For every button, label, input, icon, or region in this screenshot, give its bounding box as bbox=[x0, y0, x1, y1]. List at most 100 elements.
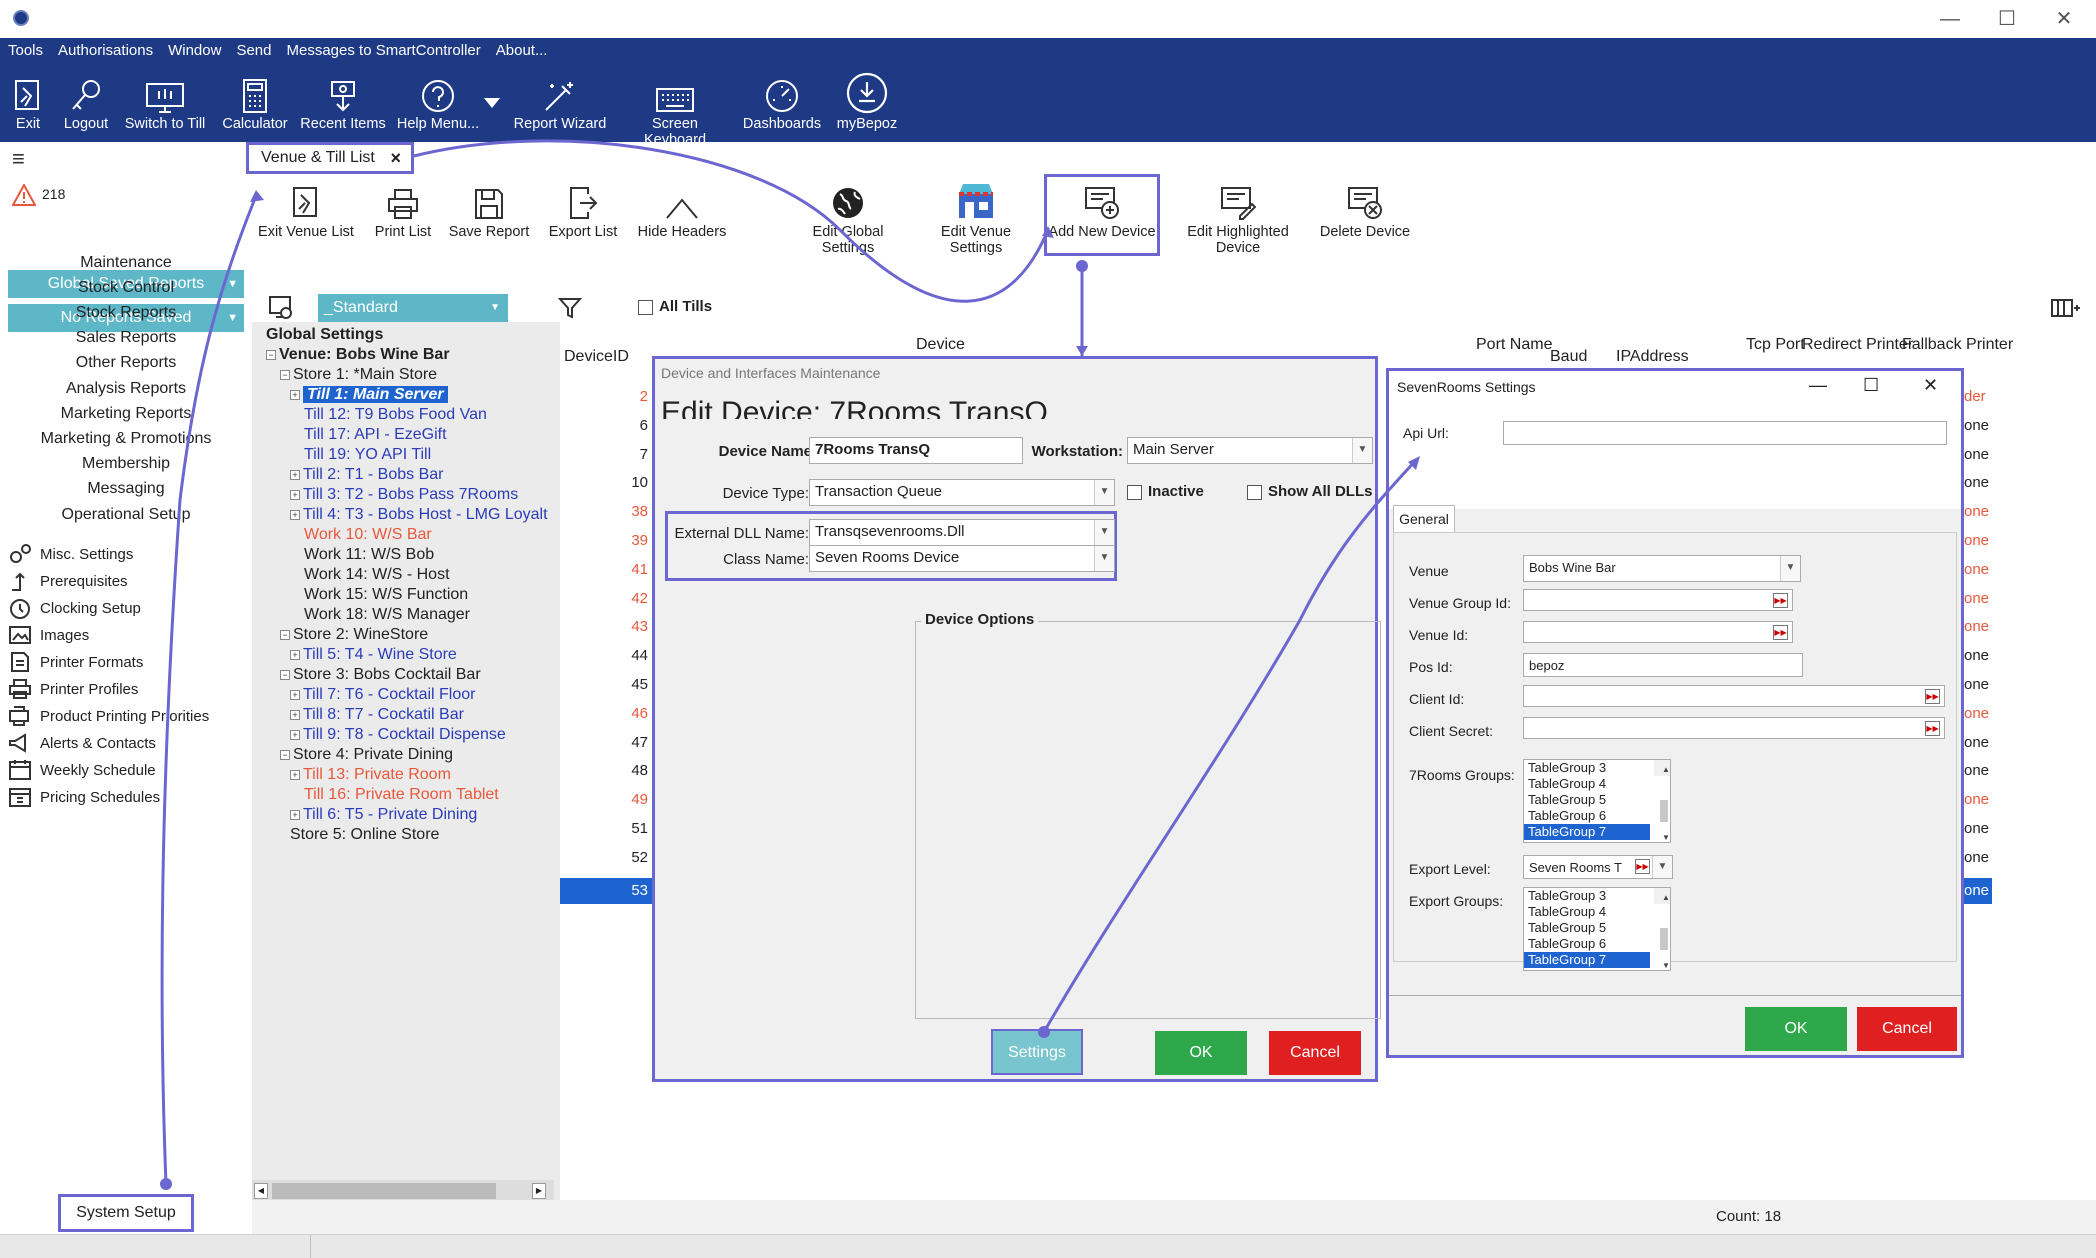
layout-icon[interactable] bbox=[268, 294, 294, 320]
list-option[interactable]: TableGroup 6 bbox=[1524, 808, 1650, 824]
expand-icon[interactable]: + bbox=[290, 769, 300, 780]
scroll-thumb[interactable] bbox=[1660, 928, 1668, 950]
grid-cell-fallback[interactable]: one bbox=[1964, 877, 1992, 904]
client-id-input[interactable]: ▶▶ bbox=[1523, 685, 1945, 707]
list-option[interactable]: TableGroup 4 bbox=[1524, 904, 1650, 920]
grid-cell-deviceid[interactable]: 46 bbox=[560, 705, 652, 722]
grid-cell-fallback[interactable]: one bbox=[1964, 647, 1992, 664]
expand-icon[interactable]: + bbox=[290, 709, 300, 720]
lookup-icon[interactable]: ▶▶ bbox=[1925, 689, 1940, 704]
nav-item-misc-settings[interactable]: Misc. Settings bbox=[8, 543, 133, 565]
tree-node[interactable]: + Till 7: T6 - Cocktail Floor bbox=[290, 686, 475, 704]
grid-cell-deviceid[interactable]: 42 bbox=[560, 590, 652, 607]
scroll-thumb[interactable] bbox=[1660, 800, 1668, 822]
logout-button[interactable]: Logout bbox=[58, 74, 114, 132]
tree-node[interactable]: + Till 2: T1 - Bobs Bar bbox=[290, 466, 444, 484]
maximize-button[interactable]: ☐ bbox=[1863, 375, 1879, 396]
tree-node[interactable]: Till 19: YO API Till bbox=[304, 446, 431, 464]
column-chooser-icon[interactable] bbox=[2050, 296, 2080, 320]
grid-cell-fallback[interactable]: one bbox=[1964, 762, 1992, 779]
menu-window[interactable]: Window bbox=[168, 42, 221, 59]
tree-node[interactable]: − Store 3: Bobs Cocktail Bar bbox=[280, 666, 481, 684]
list-option[interactable]: TableGroup 3 bbox=[1524, 888, 1650, 904]
expand-icon[interactable]: + bbox=[290, 649, 300, 660]
list-option[interactable]: TableGroup 6 bbox=[1524, 936, 1650, 952]
tree-node[interactable]: − Store 1: *Main Store bbox=[280, 366, 437, 384]
device-type-select[interactable]: Transaction Queue ▼ bbox=[809, 479, 1115, 506]
col-header-tcp[interactable]: Tcp Port bbox=[1746, 336, 1805, 354]
grid-cell-deviceid[interactable]: 7 bbox=[560, 446, 652, 463]
expand-icon[interactable]: + bbox=[290, 489, 300, 500]
collapse-icon[interactable]: − bbox=[280, 749, 290, 760]
tab-general[interactable]: General bbox=[1393, 505, 1455, 533]
grid-cell-deviceid[interactable]: 41 bbox=[560, 561, 652, 578]
tree-node[interactable]: Work 10: W/S Bar bbox=[304, 526, 432, 544]
nav-item-pricing-schedules[interactable]: Pricing Schedules bbox=[8, 786, 160, 808]
grid-cell-deviceid[interactable]: 38 bbox=[560, 503, 652, 520]
grid-cell-deviceid[interactable]: 44 bbox=[560, 647, 652, 664]
list-option[interactable]: TableGroup 5 bbox=[1524, 792, 1650, 808]
scroll-left-arrow[interactable]: ◀ bbox=[254, 1183, 268, 1199]
nav-section-stock-control[interactable]: Stock Control bbox=[0, 279, 252, 297]
collapse-icon[interactable]: − bbox=[266, 349, 276, 360]
venue-group-id-input[interactable]: ▶▶ bbox=[1523, 589, 1793, 611]
scroll-up-arrow[interactable]: ▲ bbox=[1658, 762, 1670, 778]
nav-section-sales-reports[interactable]: Sales Reports bbox=[0, 329, 252, 347]
scroll-down-arrow[interactable]: ▼ bbox=[1658, 958, 1670, 970]
nav-section-marketing-promotions[interactable]: Marketing & Promotions bbox=[0, 430, 252, 448]
tree-node[interactable]: + Till 8: T7 - Cockatil Bar bbox=[290, 706, 464, 724]
tree-node[interactable]: + Till 5: T4 - Wine Store bbox=[290, 646, 457, 664]
lookup-icon[interactable]: ▶▶ bbox=[1925, 721, 1940, 736]
grid-cell-fallback[interactable]: one bbox=[1964, 820, 1992, 837]
cancel-button[interactable]: Cancel bbox=[1857, 1007, 1957, 1051]
tree-node[interactable]: Store 5: Online Store bbox=[290, 826, 439, 844]
grid-cell-deviceid[interactable]: 47 bbox=[560, 734, 652, 751]
grid-cell-deviceid[interactable]: 52 bbox=[560, 849, 652, 866]
delete-device-button[interactable]: Delete Device bbox=[1318, 180, 1412, 240]
settings-button[interactable]: Settings bbox=[991, 1029, 1083, 1075]
close-window-button[interactable]: ✕ bbox=[2044, 6, 2084, 32]
venue-id-input[interactable]: ▶▶ bbox=[1523, 621, 1793, 643]
all-tills-checkbox[interactable]: All Tills bbox=[638, 298, 712, 315]
grid-cell-fallback[interactable]: der bbox=[1964, 388, 1992, 405]
menu-authorisations[interactable]: Authorisations bbox=[58, 42, 153, 59]
client-secret-input[interactable]: ▶▶ bbox=[1523, 717, 1945, 739]
save-report-button[interactable]: Save Report bbox=[448, 180, 530, 240]
tree-node[interactable]: + Till 3: T2 - Bobs Pass 7Rooms bbox=[290, 486, 518, 504]
expand-icon[interactable]: + bbox=[290, 809, 300, 820]
list-option[interactable]: TableGroup 5 bbox=[1524, 920, 1650, 936]
grid-cell-fallback[interactable]: one bbox=[1964, 590, 1992, 607]
nav-section-operational-setup[interactable]: Operational Setup bbox=[0, 506, 252, 524]
tree-node[interactable]: − Store 4: Private Dining bbox=[280, 746, 453, 764]
dashboards-button[interactable]: Dashboards bbox=[742, 74, 822, 132]
device-name-input[interactable]: 7Rooms TransQ bbox=[809, 437, 1023, 464]
tree-node[interactable]: − Store 2: WineStore bbox=[280, 626, 428, 644]
nav-section-maintenance[interactable]: Maintenance bbox=[0, 254, 252, 272]
grid-cell-deviceid[interactable]: 39 bbox=[560, 532, 652, 549]
scroll-up-arrow[interactable]: ▲ bbox=[1658, 890, 1670, 906]
expand-icon[interactable]: + bbox=[290, 509, 300, 520]
menu-send[interactable]: Send bbox=[236, 42, 271, 59]
list-option[interactable]: TableGroup 4 bbox=[1524, 776, 1650, 792]
api-url-input[interactable] bbox=[1503, 421, 1947, 445]
nav-section-stock-reports[interactable]: Stock Reports bbox=[0, 304, 252, 322]
layout-select[interactable]: _Standard ▼ bbox=[318, 294, 508, 322]
screen-keyboard-button[interactable]: Screen Keyboard bbox=[620, 74, 730, 148]
report-wizard-button[interactable]: Report Wizard bbox=[512, 74, 608, 132]
nav-section-marketing-reports[interactable]: Marketing Reports bbox=[0, 405, 252, 423]
expand-icon[interactable]: + bbox=[290, 389, 300, 400]
grid-cell-deviceid[interactable]: 6 bbox=[560, 417, 652, 434]
grid-cell-deviceid[interactable]: 51 bbox=[560, 820, 652, 837]
add-new-device-button[interactable]: Add New Device bbox=[1048, 180, 1156, 240]
ok-button[interactable]: OK bbox=[1745, 1007, 1847, 1051]
switch-to-till-button[interactable]: Switch to Till bbox=[122, 74, 208, 132]
nav-item-prerequisites[interactable]: Prerequisites bbox=[8, 570, 128, 592]
tree-node[interactable]: Till 17: API - EzeGift bbox=[304, 426, 447, 444]
list-option[interactable]: TableGroup 7 bbox=[1524, 952, 1650, 968]
filter-icon[interactable] bbox=[558, 296, 582, 320]
tree-node[interactable]: Global Settings bbox=[266, 326, 383, 344]
external-dll-select[interactable]: Transqsevenrooms.Dll ▼ bbox=[809, 519, 1115, 546]
collapse-icon[interactable]: − bbox=[280, 629, 290, 640]
grid-cell-fallback[interactable]: one bbox=[1964, 446, 1992, 463]
edit-global-settings-button[interactable]: Edit Global Settings bbox=[786, 180, 910, 256]
